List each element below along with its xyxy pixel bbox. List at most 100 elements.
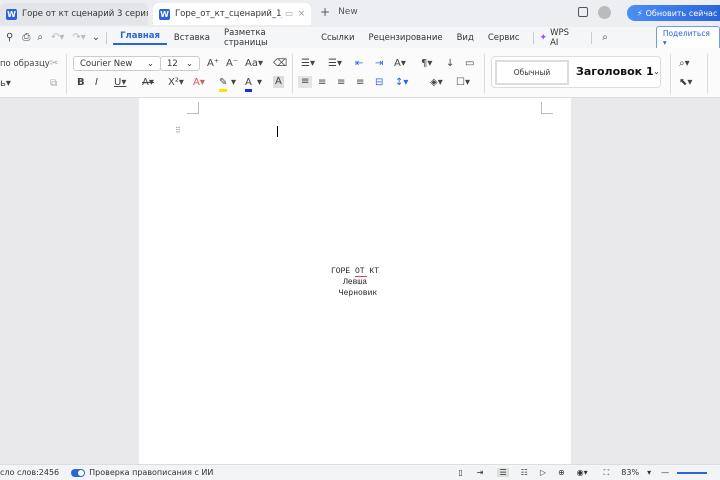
line-spacing-icon[interactable]: ↕▾ xyxy=(395,77,408,89)
style-normal[interactable]: Обычный xyxy=(495,60,569,85)
copy-icon[interactable]: ⧉ xyxy=(50,78,57,90)
wps-ai-button[interactable]: WPS AI xyxy=(547,28,585,48)
chevron-down-icon[interactable]: ▾ xyxy=(257,77,262,89)
tab-document-2[interactable]: W Горе_от_кт_сценарий_1_сер▭ × xyxy=(153,3,311,25)
undo-icon[interactable]: ↶▾ xyxy=(51,32,64,44)
distribute-icon[interactable]: ⊟ xyxy=(375,77,383,89)
chevron-down-icon[interactable]: ▾ xyxy=(647,468,651,477)
print-preview-icon[interactable]: ⌕ xyxy=(37,32,43,44)
decrease-font-icon[interactable]: A⁻ xyxy=(226,58,238,70)
decrease-indent-icon[interactable]: ⇤ xyxy=(355,58,363,70)
strikethrough-icon[interactable]: A▾ xyxy=(142,77,154,89)
spellcheck-toggle[interactable] xyxy=(71,468,86,477)
outline-icon[interactable]: ☷ xyxy=(521,468,528,477)
sort-icon[interactable]: ↓ xyxy=(446,58,454,70)
zoom-slider[interactable] xyxy=(677,471,708,474)
key-icon[interactable]: ⚲ xyxy=(6,32,13,44)
tab-page-layout[interactable]: Разметка страницы xyxy=(217,28,314,48)
monitor-icon: ▭ xyxy=(284,9,293,19)
search-icon[interactable]: ⌕ xyxy=(602,32,608,44)
wps-writer-icon: W xyxy=(6,8,17,20)
navigation-icon[interactable]: ⇥ xyxy=(477,468,484,477)
align-center-icon[interactable]: ≡ xyxy=(318,77,326,89)
document-title: ГОРЕ ОТ КТ xyxy=(330,267,379,276)
print-icon[interactable]: ⎙ xyxy=(22,32,30,44)
web-layout-icon[interactable]: ⊕ xyxy=(558,468,565,477)
tab-insert[interactable]: Вставка xyxy=(167,33,217,43)
status-bar: сло слов:2456 Проверка правописания с ИИ… xyxy=(0,464,720,480)
tab-view[interactable]: Вид xyxy=(450,33,481,43)
plus-icon: + xyxy=(320,5,331,19)
change-case-icon[interactable]: Aa▾ xyxy=(245,58,263,70)
tab-label: Горе от кт сценарий 3 серия 1 сс xyxy=(22,9,148,19)
align-left-icon[interactable]: ≡ xyxy=(298,76,313,88)
numbering-icon[interactable]: ☰▾ xyxy=(328,58,342,70)
borders-icon[interactable]: ☐▾ xyxy=(456,77,470,89)
justify-icon[interactable]: ≡ xyxy=(356,77,364,89)
tab-document-1[interactable]: WГоре от кт сценарий 3 серия 1 сс× xyxy=(0,3,148,25)
chevron-down-icon[interactable]: ▾ xyxy=(231,77,236,89)
shading-icon[interactable]: ◈▾ xyxy=(430,77,443,89)
font-size-select[interactable]: 12 ⌄ xyxy=(160,56,200,71)
chevron-down-icon[interactable]: ⌄ xyxy=(92,32,100,44)
window-icon[interactable] xyxy=(578,7,588,17)
new-tab-label: New xyxy=(338,7,358,17)
align-right-icon[interactable]: ≡ xyxy=(337,77,345,89)
tab-home[interactable]: Главная xyxy=(113,31,167,45)
share-button[interactable]: Поделиться ▾ xyxy=(655,25,720,50)
chevron-down-icon: ⌄ xyxy=(146,58,154,69)
zoom-out-button[interactable]: — xyxy=(661,468,669,477)
ribbon: по образцу ь▾ ✂ ⧉ Courier New ⌄ 12 ⌄ A⁺ A⁻… xyxy=(0,48,720,98)
document-page[interactable]: ⠿ ГОРЕ ОТ КТ Левша Черновик xyxy=(139,98,571,464)
wps-ai-icon: ✦ xyxy=(539,32,548,43)
styles-gallery: Обычный Заголовок 1 ⌄ xyxy=(491,56,661,88)
paragraph-mark-icon[interactable]: ¶▾ xyxy=(421,58,432,70)
clear-format-icon[interactable]: ⌫ xyxy=(273,58,287,70)
bold-icon[interactable]: B xyxy=(77,77,85,89)
increase-font-icon[interactable]: A⁺ xyxy=(207,58,219,70)
zoom-level[interactable]: 83% xyxy=(621,468,639,477)
find-icon[interactable]: ⌕▾ xyxy=(679,58,690,70)
underline-icon[interactable]: U▾ xyxy=(114,77,126,89)
page-view-icon[interactable]: ▯ xyxy=(458,468,462,477)
highlight-icon[interactable]: ✎ xyxy=(219,77,228,92)
new-tab-button[interactable]: + New xyxy=(320,5,358,19)
format-painter-button[interactable]: по образцу xyxy=(0,58,50,70)
paste-options-dropdown[interactable]: ь▾ xyxy=(0,78,11,90)
scissors-icon[interactable]: ✂ xyxy=(50,58,58,70)
word-count[interactable]: сло слов:2456 xyxy=(0,468,59,477)
character-spacing-icon[interactable]: A▾ xyxy=(394,58,406,70)
font-family-select[interactable]: Courier New ⌄ xyxy=(73,56,161,71)
print-layout-icon[interactable]: ☰ xyxy=(497,468,509,477)
table-border-icon[interactable]: ▭ xyxy=(465,58,474,70)
close-icon[interactable]: × xyxy=(298,9,305,19)
tab-review[interactable]: Рецензирование xyxy=(361,33,449,43)
redo-icon[interactable]: ↷▾ xyxy=(72,32,85,44)
increase-indent-icon[interactable]: ⇥ xyxy=(375,58,383,70)
document-author: Левша xyxy=(342,278,367,287)
margin-corner xyxy=(187,102,199,114)
select-icon[interactable]: ⬉▾ xyxy=(679,77,692,89)
update-now-button[interactable]: ⚡ Обновить сейчас xyxy=(627,5,720,21)
eye-protection-icon[interactable]: ◉▾ xyxy=(577,468,588,477)
superscript-icon[interactable]: X²▾ xyxy=(168,77,184,89)
spellcheck-label: Проверка правописания с ИИ xyxy=(89,468,214,477)
style-label: Обычный xyxy=(513,68,551,77)
text-effect-icon[interactable]: A▾ xyxy=(193,77,205,89)
play-icon[interactable]: ▷ xyxy=(540,468,546,477)
text-cursor xyxy=(277,126,278,137)
font-color-icon[interactable]: A xyxy=(245,77,252,92)
italic-icon[interactable]: I xyxy=(95,77,98,89)
update-label: Обновить сейчас xyxy=(645,8,718,18)
tab-tools[interactable]: Сервис xyxy=(481,33,527,43)
font-family-value: Courier New xyxy=(80,58,133,69)
tab-references[interactable]: Ссылки xyxy=(314,33,361,43)
style-heading-1[interactable]: Заголовок 1 xyxy=(576,65,654,78)
style-label: Заголовок 1 xyxy=(576,65,654,78)
drag-handle-icon[interactable]: ⠿ xyxy=(175,126,181,135)
styles-more-icon[interactable]: ⌄ xyxy=(653,67,660,76)
char-shading-icon[interactable]: A xyxy=(273,76,284,88)
avatar[interactable] xyxy=(598,6,611,19)
fit-page-icon[interactable]: ⛶ xyxy=(604,468,610,478)
bullets-icon[interactable]: ☰▾ xyxy=(301,58,315,70)
